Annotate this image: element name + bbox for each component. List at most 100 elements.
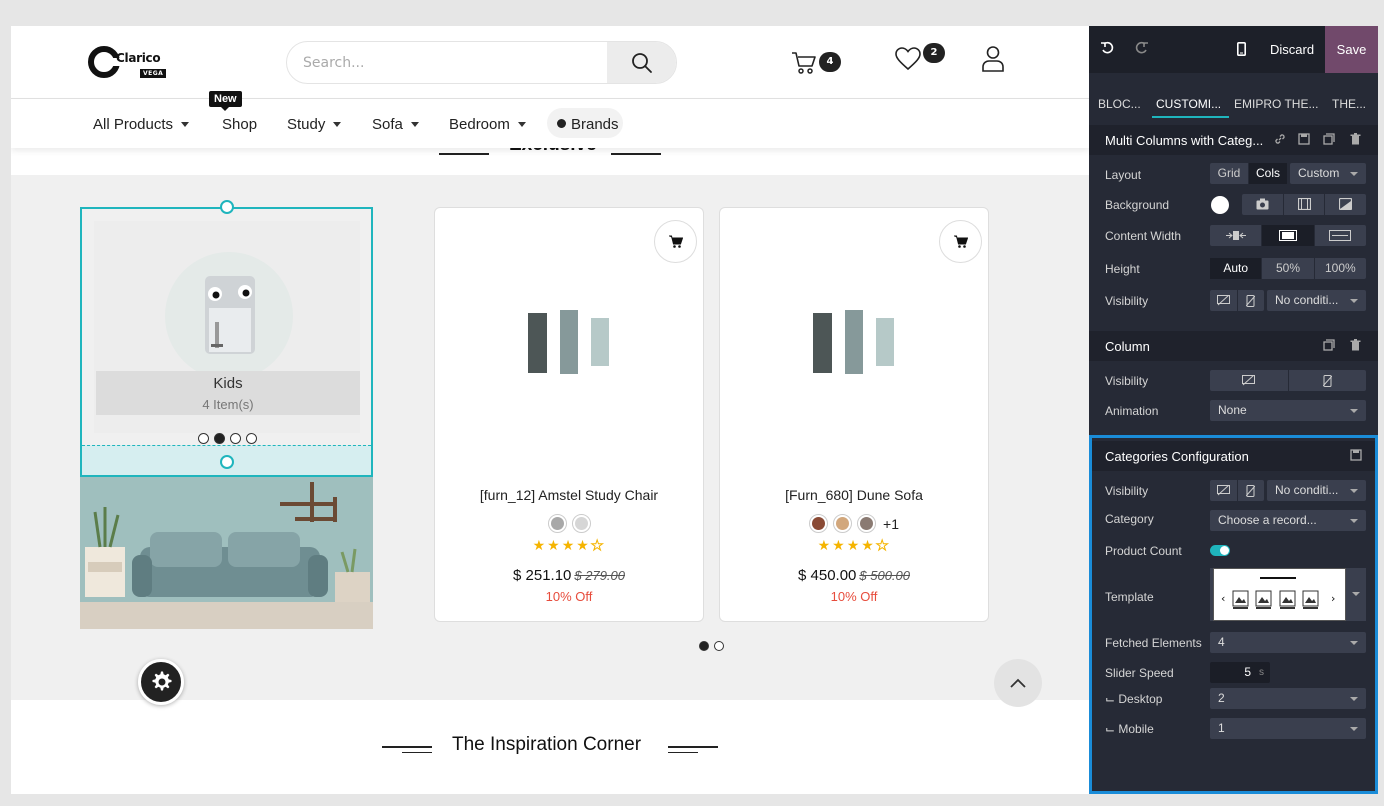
product-count-label: Product Count	[1105, 544, 1182, 558]
product-card[interactable]: [furn_12] Amstel Study Chair ★★★★★ $ 251…	[434, 207, 704, 622]
hide-desktop-option[interactable]	[1210, 370, 1289, 391]
height-100-option[interactable]: 100%	[1315, 258, 1366, 279]
save-block-icon[interactable]	[1350, 449, 1362, 461]
undo-icon[interactable]	[1100, 41, 1114, 55]
config-title: Categories Configuration	[1105, 449, 1249, 464]
chevron-up-icon	[1010, 678, 1026, 688]
mobile-label: ⌙ Mobile	[1105, 722, 1154, 736]
color-swatches	[435, 514, 703, 533]
hide-mobile-option[interactable]	[1238, 480, 1265, 501]
slider-dot[interactable]	[230, 433, 241, 444]
nav-study[interactable]: Study	[287, 116, 342, 133]
star-empty-icon: ★	[590, 538, 606, 555]
hide-desktop-option[interactable]	[1210, 480, 1238, 501]
visibility-condition-select[interactable]: No conditi...	[1267, 290, 1366, 311]
nav-shop[interactable]: Shop	[222, 116, 257, 133]
height-auto-option[interactable]: Auto	[1210, 258, 1263, 279]
mobile-preview-icon[interactable]	[1237, 42, 1246, 56]
template-preview[interactable]: ‹ ›	[1213, 568, 1346, 621]
user-icon[interactable]	[981, 45, 1005, 72]
discard-button[interactable]: Discard	[1270, 42, 1314, 57]
nav-all-products[interactable]: All Products	[93, 116, 190, 133]
cart-icon[interactable]	[791, 50, 817, 76]
more-swatches[interactable]: +1	[883, 516, 899, 532]
trash-icon[interactable]	[1350, 339, 1361, 351]
caret-down-icon	[333, 121, 342, 127]
height-label: Height	[1105, 262, 1140, 276]
search-button[interactable]	[607, 42, 676, 83]
star-filled-icon: ★	[817, 538, 833, 554]
slider-speed-input[interactable]: 5 s	[1210, 662, 1270, 683]
nav-bedroom[interactable]: Bedroom	[449, 116, 526, 133]
color-swatch[interactable]	[571, 514, 591, 533]
tab-blocks[interactable]: BLOC...	[1098, 97, 1141, 111]
discount-label: 10% Off	[545, 589, 593, 604]
slider-dot[interactable]	[246, 433, 257, 444]
hide-mobile-option[interactable]	[1238, 290, 1265, 311]
slider-dot[interactable]	[714, 641, 724, 651]
background-video-option[interactable]	[1284, 194, 1326, 215]
tab-theme[interactable]: THE...	[1332, 97, 1366, 111]
save-block-icon[interactable]	[1298, 133, 1310, 145]
fetched-elements-select[interactable]: 4	[1210, 632, 1366, 653]
product-count-toggle[interactable]	[1210, 545, 1230, 556]
nav-sofa[interactable]: Sofa	[372, 116, 419, 133]
shape-icon	[1339, 198, 1353, 210]
config-visibility-condition-select[interactable]: No conditi...	[1267, 480, 1366, 501]
duplicate-icon[interactable]	[1323, 133, 1335, 145]
category-item-count: 4 Item(s)	[202, 397, 254, 412]
duplicate-icon[interactable]	[1323, 339, 1335, 351]
category-label-box: Kids 4 Item(s)	[96, 371, 360, 415]
add-to-cart-button[interactable]	[654, 220, 697, 263]
link-icon[interactable]	[1274, 133, 1286, 145]
width-regular-option[interactable]	[1262, 225, 1315, 246]
resize-handle-bottom[interactable]	[220, 455, 234, 469]
search-input[interactable]	[287, 42, 607, 83]
height-options: Auto 50% 100%	[1210, 258, 1366, 279]
width-full-option[interactable]	[1315, 225, 1366, 246]
selected-category-block[interactable]: Kids 4 Item(s)	[80, 207, 373, 477]
tab-customize[interactable]: CUSTOMI...	[1156, 97, 1221, 111]
resize-handle-top[interactable]	[220, 200, 234, 214]
title-decoration-line	[611, 153, 661, 155]
redo-icon[interactable]	[1135, 41, 1149, 55]
mobile-columns-select[interactable]: 1	[1210, 718, 1366, 739]
slider-dot[interactable]	[198, 433, 209, 444]
slider-dot-active[interactable]	[699, 641, 709, 651]
trash-icon[interactable]	[1350, 133, 1361, 145]
width-narrow-option[interactable]	[1210, 225, 1263, 246]
hide-mobile-option[interactable]	[1289, 370, 1367, 391]
wishlist-heart-icon[interactable]	[895, 47, 921, 71]
nav-brands[interactable]: Brands	[547, 108, 623, 138]
column-section-header: Column	[1089, 331, 1378, 361]
background-color-picker[interactable]	[1211, 196, 1229, 214]
height-50-option[interactable]: 50%	[1262, 258, 1315, 279]
desktop-columns-select[interactable]: 2	[1210, 688, 1366, 709]
color-swatch[interactable]	[833, 514, 853, 533]
scroll-to-top-button[interactable]	[994, 659, 1042, 707]
animation-select[interactable]: None	[1210, 400, 1366, 421]
background-shape-option[interactable]	[1325, 194, 1366, 215]
product-card[interactable]: [Furn_680] Dune Sofa +1 ★★★★★ $ 450.00 $ …	[719, 207, 989, 622]
product-name[interactable]: [Furn_680] Dune Sofa	[720, 487, 988, 503]
color-swatch[interactable]	[857, 514, 877, 533]
color-swatch[interactable]	[547, 514, 567, 533]
layout-cols-option[interactable]: Cols	[1249, 163, 1287, 184]
layout-grid-option[interactable]: Grid	[1210, 163, 1249, 184]
product-name[interactable]: [furn_12] Amstel Study Chair	[435, 487, 703, 503]
save-button[interactable]: Save	[1325, 26, 1378, 73]
slider-dot-active[interactable]	[214, 433, 225, 444]
add-to-cart-button[interactable]	[939, 220, 982, 263]
category-select[interactable]: Choose a record...	[1210, 510, 1366, 531]
current-price: $ 251.10	[513, 567, 572, 584]
template-dropdown-toggle[interactable]	[1346, 568, 1366, 621]
tab-emipro-theme[interactable]: EMIPRO THE...	[1234, 97, 1318, 111]
config-section-header: Categories Configuration	[1092, 441, 1375, 471]
category-card[interactable]: Kids 4 Item(s)	[94, 221, 360, 433]
hide-desktop-option[interactable]	[1210, 290, 1238, 311]
settings-gear-button[interactable]	[138, 659, 184, 705]
clarico-logo[interactable]: Clarico VEGA	[88, 46, 168, 80]
layout-custom-select[interactable]: Custom	[1290, 163, 1366, 184]
background-image-option[interactable]	[1242, 194, 1284, 215]
color-swatch[interactable]	[809, 514, 829, 533]
